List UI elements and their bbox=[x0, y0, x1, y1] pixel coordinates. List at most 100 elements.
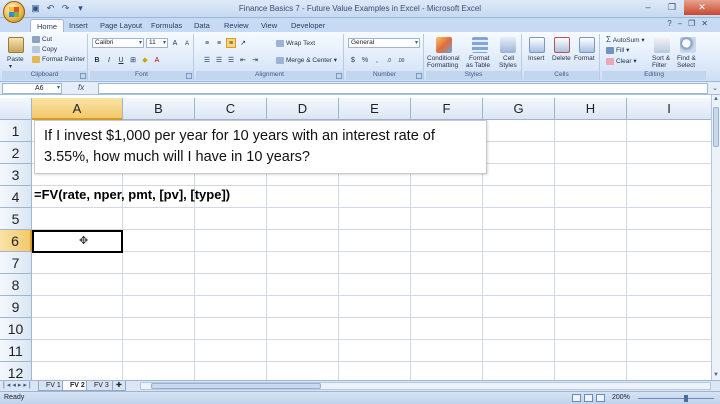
page-layout-view-icon[interactable] bbox=[584, 394, 593, 402]
row-header-8[interactable]: 8 bbox=[0, 274, 32, 296]
tab-developer[interactable]: Developer bbox=[285, 19, 331, 32]
column-header-e[interactable]: E bbox=[339, 98, 411, 120]
row-header-7[interactable]: 7 bbox=[0, 252, 32, 274]
workbook-window-controls[interactable]: ?–❐✕ bbox=[667, 19, 714, 28]
currency-icon[interactable]: $ bbox=[348, 55, 358, 65]
font-name-select[interactable]: Calibri bbox=[92, 38, 144, 48]
scroll-up-icon[interactable]: ▲ bbox=[712, 95, 720, 104]
page-break-view-icon[interactable] bbox=[596, 394, 605, 402]
orientation-icon[interactable]: ↗ bbox=[238, 38, 248, 48]
row-header-10[interactable]: 10 bbox=[0, 318, 32, 340]
select-all-corner[interactable] bbox=[0, 98, 32, 120]
row-header-2[interactable]: 2 bbox=[0, 142, 32, 164]
vertical-scroll-thumb[interactable] bbox=[713, 107, 719, 147]
column-header-i[interactable]: I bbox=[627, 98, 712, 120]
format-button[interactable]: Format bbox=[574, 55, 595, 63]
paste-dropdown-icon[interactable]: ▾ bbox=[9, 63, 12, 71]
name-box[interactable]: A6 bbox=[2, 83, 62, 94]
increase-decimal-icon[interactable]: .0 bbox=[384, 55, 394, 65]
zoom-slider[interactable] bbox=[638, 395, 714, 402]
decrease-decimal-icon[interactable]: .00 bbox=[396, 55, 406, 65]
column-header-h[interactable]: H bbox=[555, 98, 627, 120]
active-cell-a6[interactable] bbox=[32, 230, 123, 253]
font-color-icon[interactable]: A bbox=[152, 55, 162, 65]
font-launcher-icon[interactable] bbox=[186, 73, 192, 79]
row-header-9[interactable]: 9 bbox=[0, 296, 32, 318]
row-header-11[interactable]: 11 bbox=[0, 340, 32, 362]
question-text-box[interactable]: If I invest $1,000 per year for 10 years… bbox=[34, 120, 487, 174]
number-format-select[interactable]: General bbox=[348, 38, 420, 48]
horizontal-scroll-thumb[interactable] bbox=[151, 383, 321, 389]
autosum-button[interactable]: Σ AutoSum ▾ bbox=[606, 36, 645, 45]
column-header-a[interactable]: A bbox=[32, 98, 123, 120]
copy-button[interactable]: Copy bbox=[32, 46, 57, 54]
row-header-12[interactable]: 12 bbox=[0, 362, 32, 380]
cell-styles-icon[interactable] bbox=[500, 37, 516, 53]
tab-home[interactable]: Home bbox=[30, 19, 65, 32]
clear-button[interactable]: Clear ▾ bbox=[606, 58, 637, 66]
format-cells-icon[interactable] bbox=[579, 37, 595, 53]
grow-font-icon[interactable]: A bbox=[170, 38, 180, 48]
borders-icon[interactable]: ⊞ bbox=[128, 55, 138, 65]
row-header-4[interactable]: 4 bbox=[0, 186, 32, 208]
comma-icon[interactable]: , bbox=[372, 55, 382, 65]
restore-icon[interactable]: ❐ bbox=[660, 0, 684, 15]
cell-a4[interactable]: =FV(rate, nper, pmt, [pv], [type]) bbox=[34, 187, 230, 202]
format-painter-button[interactable]: Format Painter bbox=[32, 56, 85, 64]
tab-data[interactable]: Data bbox=[188, 19, 216, 32]
insert-cells-icon[interactable] bbox=[529, 37, 545, 53]
scroll-down-icon[interactable]: ▼ bbox=[712, 371, 720, 380]
tab-page-layout[interactable]: Page Layout bbox=[94, 19, 148, 32]
horizontal-scrollbar[interactable] bbox=[140, 382, 711, 390]
minimize-icon[interactable]: – bbox=[636, 0, 660, 15]
paste-icon[interactable] bbox=[8, 37, 24, 53]
align-left-icon[interactable]: ☰ bbox=[202, 55, 212, 65]
font-size-select[interactable]: 11 bbox=[146, 38, 168, 48]
column-header-d[interactable]: D bbox=[267, 98, 339, 120]
close-icon[interactable]: ✕ bbox=[684, 0, 720, 15]
middle-align-icon[interactable]: ≡ bbox=[214, 38, 224, 48]
conditional-formatting-icon[interactable] bbox=[436, 37, 452, 53]
normal-view-icon[interactable] bbox=[572, 394, 581, 402]
align-right-icon[interactable]: ☰ bbox=[226, 55, 236, 65]
alignment-launcher-icon[interactable] bbox=[336, 73, 342, 79]
increase-indent-icon[interactable]: ⇥ bbox=[250, 55, 260, 65]
format-as-table-icon[interactable] bbox=[472, 37, 488, 53]
row-header-1[interactable]: 1 bbox=[0, 120, 32, 142]
merge-center-button[interactable]: Merge & Center ▾ bbox=[276, 57, 337, 65]
italic-icon[interactable]: I bbox=[104, 55, 114, 65]
zoom-slider-knob[interactable] bbox=[684, 395, 688, 402]
vertical-scrollbar[interactable]: ▲ ▼ bbox=[711, 95, 720, 380]
zoom-level[interactable]: 200% bbox=[612, 394, 630, 401]
number-launcher-icon[interactable] bbox=[416, 73, 422, 79]
row-header-3[interactable]: 3 bbox=[0, 164, 32, 186]
underline-icon[interactable]: U bbox=[116, 55, 126, 65]
insert-sheet-icon[interactable]: ✚ bbox=[112, 381, 126, 391]
tab-review[interactable]: Review bbox=[218, 19, 255, 32]
shrink-font-icon[interactable]: A bbox=[182, 38, 192, 48]
wrap-text-button[interactable]: Wrap Text bbox=[276, 40, 315, 48]
row-header-6[interactable]: 6 bbox=[0, 230, 32, 252]
office-button[interactable] bbox=[3, 1, 25, 23]
delete-button[interactable]: Delete bbox=[552, 55, 571, 63]
row-header-5[interactable]: 5 bbox=[0, 208, 32, 230]
sheet-nav-arrows-icon[interactable]: |◂◂▸▸| bbox=[3, 381, 33, 391]
clipboard-launcher-icon[interactable] bbox=[80, 73, 86, 79]
column-header-f[interactable]: F bbox=[411, 98, 483, 120]
column-header-b[interactable]: B bbox=[123, 98, 195, 120]
bold-icon[interactable]: B bbox=[92, 55, 102, 65]
cut-button[interactable]: Cut bbox=[32, 36, 52, 44]
tab-formulas[interactable]: Formulas bbox=[145, 19, 188, 32]
decrease-indent-icon[interactable]: ⇤ bbox=[238, 55, 248, 65]
percent-icon[interactable]: % bbox=[360, 55, 370, 65]
align-center-icon[interactable]: ☰ bbox=[214, 55, 224, 65]
formula-input[interactable] bbox=[98, 83, 708, 94]
bottom-align-icon[interactable]: ≡ bbox=[226, 38, 236, 48]
fill-color-icon[interactable]: ◆ bbox=[140, 55, 150, 65]
insert-button[interactable]: Insert bbox=[528, 55, 544, 63]
column-header-g[interactable]: G bbox=[483, 98, 555, 120]
find-select-icon[interactable] bbox=[680, 37, 696, 53]
top-align-icon[interactable]: ≡ bbox=[202, 38, 212, 48]
column-header-c[interactable]: C bbox=[195, 98, 267, 120]
sort-filter-icon[interactable] bbox=[654, 37, 670, 53]
